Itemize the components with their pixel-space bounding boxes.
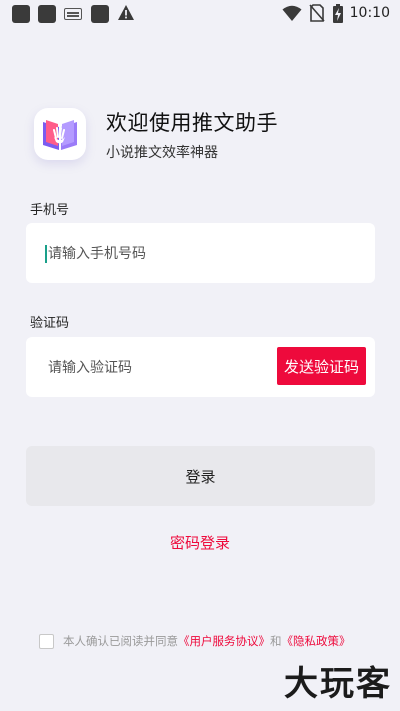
- book-hand-icon: [43, 120, 77, 150]
- app-logo: [34, 108, 86, 160]
- no-sim-icon: [309, 4, 325, 22]
- code-field-container: 发送验证码: [26, 337, 375, 399]
- agreement-row: 本人确认已阅读并同意 《用户服务协议》 和 《隐私政策》: [39, 632, 351, 650]
- watermark: 大玩客: [284, 664, 392, 704]
- warning-icon: [118, 5, 134, 20]
- status-time: 10:10: [349, 5, 390, 21]
- keyboard-icon: [64, 8, 82, 20]
- app-square-icon: [12, 5, 30, 23]
- code-input[interactable]: [46, 337, 270, 399]
- user-agreement-link[interactable]: 《用户服务协议》: [178, 633, 270, 649]
- app-square-icon: [38, 5, 56, 23]
- app-square-icon: [91, 5, 109, 23]
- code-label: 验证码: [30, 316, 70, 331]
- page-title: 欢迎使用推文助手: [106, 111, 278, 135]
- page-subtitle: 小说推文效率神器: [106, 145, 218, 161]
- battery-charging-icon: [333, 4, 343, 23]
- password-login-link[interactable]: 密码登录: [0, 532, 400, 553]
- wifi-icon: [282, 5, 302, 21]
- privacy-policy-link[interactable]: 《隐私政策》: [282, 633, 351, 649]
- phone-field-container: [26, 223, 375, 285]
- status-bar: 10:10: [0, 0, 400, 28]
- send-code-button[interactable]: 发送验证码: [277, 347, 366, 385]
- agreement-checkbox[interactable]: [39, 633, 54, 649]
- phone-input[interactable]: [46, 223, 360, 285]
- agreement-prefix: 本人确认已阅读并同意: [63, 634, 178, 648]
- login-button[interactable]: 登录: [26, 446, 375, 506]
- phone-label: 手机号: [30, 203, 70, 218]
- agreement-conjunction: 和: [270, 634, 282, 648]
